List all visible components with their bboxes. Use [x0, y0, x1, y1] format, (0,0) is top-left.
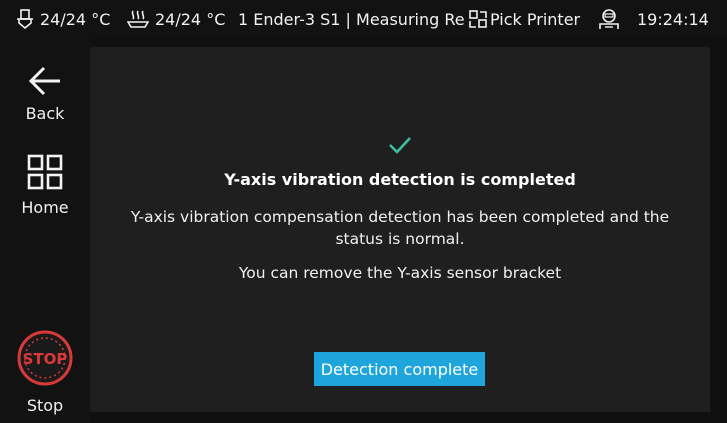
back-label: Back — [25, 104, 65, 123]
clock-time: 19:24:14 — [637, 9, 709, 29]
user-icon — [597, 7, 621, 31]
clock: 19:24:14 — [637, 0, 709, 38]
home-button[interactable]: Home — [0, 154, 90, 217]
back-arrow-icon — [28, 66, 62, 100]
pick-printer-button[interactable]: Pick Printer — [468, 0, 580, 38]
bed-heat-icon — [127, 9, 149, 29]
printer-status-text: 1 Ender-3 S1 | Measuring Re — [238, 9, 465, 29]
pick-printer-icon — [468, 9, 488, 29]
checkmark-icon — [388, 135, 412, 159]
nozzle-icon — [16, 9, 34, 29]
home-grid-icon — [27, 154, 63, 194]
pick-printer-label: Pick Printer — [490, 9, 581, 29]
dialog-hint: You can remove the Y-axis sensor bracket — [238, 264, 562, 282]
back-button[interactable]: Back — [0, 66, 90, 123]
home-label: Home — [21, 198, 69, 217]
sidebar: Back Home STOP Stop — [0, 38, 90, 423]
dialog-message: Y-axis vibration compensation detection … — [130, 208, 670, 248]
printer-status-title: 1 Ender-3 S1 | Measuring Re — [238, 0, 466, 38]
detection-complete-button[interactable]: Detection complete — [314, 352, 485, 386]
stop-badge: STOP — [23, 350, 68, 368]
status-bar: 24/24 °C 24/24 °C 1 Ender-3 S1 | Measuri… — [0, 0, 727, 38]
stop-button[interactable]: STOP Stop — [0, 330, 90, 415]
detection-result-panel: Y-axis vibration detection is completed … — [90, 47, 710, 412]
screen: 24/24 °C 24/24 °C 1 Ender-3 S1 | Measuri… — [0, 0, 727, 423]
bed-temp: 24/24 °C — [155, 9, 226, 29]
user-button[interactable] — [597, 0, 621, 38]
dialog-title: Y-axis vibration detection is completed — [224, 170, 576, 189]
stop-label: Stop — [26, 396, 64, 415]
bed-temp-item: 24/24 °C — [127, 0, 225, 38]
stop-icon: STOP — [17, 330, 73, 390]
nozzle-temp-item: 24/24 °C — [16, 0, 110, 38]
nozzle-temp: 24/24 °C — [40, 9, 111, 29]
